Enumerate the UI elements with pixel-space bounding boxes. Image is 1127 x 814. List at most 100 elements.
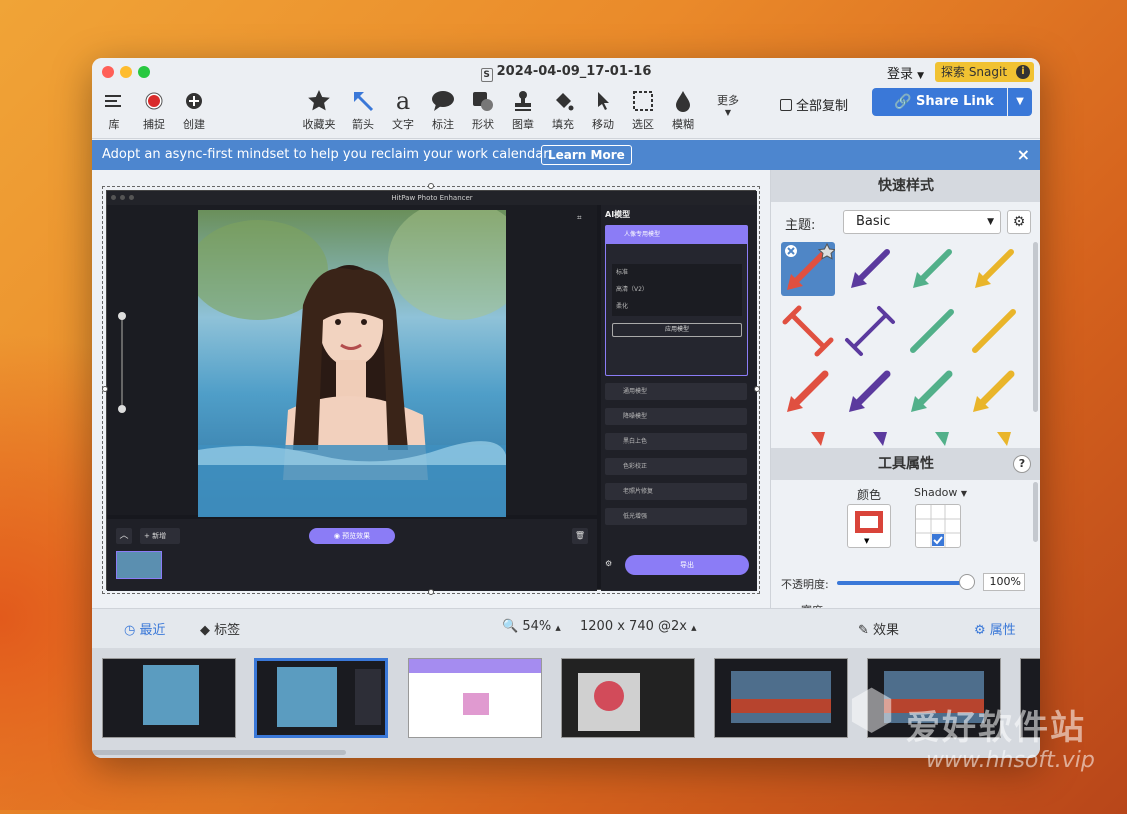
tool-arrow[interactable]: 箭头 (341, 88, 385, 132)
resize-handle[interactable] (754, 386, 760, 392)
style-line-green[interactable] (905, 304, 959, 358)
close-icon[interactable]: × (1017, 140, 1030, 170)
zoom-control[interactable]: 🔍 54% ▲ (502, 619, 561, 634)
style-arrow-green[interactable] (905, 242, 959, 296)
tool-shape[interactable]: 形状 (461, 88, 505, 132)
shadow-label: Shadow (914, 486, 958, 499)
crop-icon: ⌗ (577, 213, 582, 222)
tray-thumbnail[interactable] (1020, 658, 1040, 738)
tray-thumbnail[interactable] (102, 658, 236, 738)
arrow-icon (341, 88, 385, 114)
export-button: 导出 (625, 555, 749, 575)
style-arrow-yellow-2[interactable] (967, 366, 1021, 420)
create-button[interactable]: 创建 (172, 88, 216, 132)
style-arrow-yellow[interactable] (967, 242, 1021, 296)
tool-move[interactable]: 移动 (581, 88, 625, 132)
shadow-menu[interactable]: Shadow ▼ (914, 486, 967, 499)
style-dimension-red[interactable] (781, 304, 835, 358)
old-photo-item: 老照片修复 (605, 483, 747, 500)
share-dropdown-button[interactable]: ▼ (1008, 88, 1032, 116)
tray-thumbnail-selected[interactable] (254, 658, 388, 738)
scrollbar[interactable] (1033, 482, 1038, 542)
tags-tab[interactable]: ◆ 标签 (200, 619, 240, 638)
learn-more-button[interactable]: Learn More (541, 145, 632, 165)
tray-thumbnail[interactable] (714, 658, 848, 738)
tool-selection[interactable]: 选区 (621, 88, 665, 132)
theme-select[interactable]: Basic ▼ (843, 210, 1001, 234)
color-label: 颜色 (857, 488, 882, 502)
shadow-grid-button[interactable] (915, 504, 961, 548)
window-title-text: 2024-04-09_17-01-16 (496, 64, 652, 79)
capture-button[interactable]: 捕捉 (132, 88, 176, 132)
style-arrow-red-3[interactable] (781, 428, 835, 446)
properties-button[interactable]: ⚙ 属性 (974, 619, 1016, 638)
editor-canvas[interactable]: HitPaw Photo Enhancer ⌗ ︿ + 新增 ◉ 预览效果 🗑 … (92, 170, 770, 608)
captured-screenshot[interactable]: HitPaw Photo Enhancer ⌗ ︿ + 新增 ◉ 预览效果 🗑 … (106, 190, 757, 591)
resize-handle[interactable] (428, 183, 434, 189)
scrollbar[interactable] (92, 750, 346, 755)
zoom-value: 54% (522, 619, 552, 634)
shape-icon (461, 88, 505, 114)
tool-stamp[interactable]: 图章 (501, 88, 545, 132)
image-size[interactable]: 1200 x 740 @2x ▲ (580, 619, 696, 634)
style-arrow-yellow-3[interactable] (967, 428, 1021, 446)
style-arrow-green-3[interactable] (905, 428, 959, 446)
denoise-model-item: 降噪模型 (605, 408, 747, 425)
callout-label: 标注 (432, 118, 454, 131)
quick-styles-header: 快速样式 (771, 170, 1040, 202)
add-label: 新增 (152, 532, 167, 540)
tool-blur[interactable]: 模糊 (661, 88, 705, 132)
more-tools-button[interactable]: 更多 ▼ (706, 90, 750, 117)
style-arrow-red-selected[interactable] (781, 242, 837, 296)
zoom-out-icon (118, 405, 126, 413)
snagit-editor-window: S 2024-04-09_17-01-16 登录 ▼ 探索 Snagit i 库 捕… (92, 58, 1040, 758)
style-line-yellow[interactable] (967, 304, 1021, 358)
share-link-button[interactable]: 🔗 Share Link (872, 88, 1007, 116)
resize-handle[interactable] (102, 386, 108, 392)
gear-icon: ⚙ (974, 623, 986, 638)
opacity-slider[interactable] (837, 581, 967, 585)
plus-circle-icon (172, 88, 216, 114)
dot-icon (129, 195, 134, 200)
help-icon[interactable]: ? (1013, 455, 1031, 473)
speech-bubble-icon (421, 88, 465, 114)
chevron-down-icon: ▼ (960, 489, 968, 498)
color-swatch-button[interactable]: ▼ (847, 504, 891, 548)
properties-label: 属性 (989, 623, 1016, 638)
tool-text[interactable]: a 文字 (381, 87, 425, 132)
style-arrow-purple-3[interactable] (843, 428, 897, 446)
opacity-input[interactable]: 100% (983, 573, 1025, 591)
explore-snagit-button[interactable]: 探索 Snagit i (935, 62, 1034, 82)
tray-thumbnail[interactable] (408, 658, 542, 738)
copy-all-button[interactable]: 全部复制 (780, 95, 848, 114)
opacity-slider-thumb[interactable] (959, 574, 975, 590)
scrollbar[interactable] (1033, 242, 1038, 412)
resize-handle[interactable] (428, 589, 434, 595)
recent-tab[interactable]: ◷ 最近 (124, 619, 166, 638)
tray-thumbnail[interactable] (867, 658, 1001, 738)
style-dimension-purple[interactable] (843, 304, 897, 358)
star-icon (297, 88, 341, 114)
library-button[interactable]: 库 (92, 88, 136, 132)
option-standard: 标准 (616, 269, 629, 276)
captured-preview-area: ⌗ (107, 205, 597, 517)
style-arrow-purple-2[interactable] (843, 366, 897, 420)
low-light-item: 低光增强 (605, 508, 747, 525)
style-arrow-red-2[interactable] (781, 366, 835, 420)
portrait-model-header: 人像专用模型 (606, 226, 747, 244)
tool-callout[interactable]: 标注 (421, 88, 465, 132)
properties-sidebar: 快速样式 主题: Basic ▼ ⚙ 工具属性 ? 颜色 ▼ Shadow ▼ … (770, 170, 1040, 608)
login-menu[interactable]: 登录 ▼ (887, 63, 924, 82)
info-icon: i (1016, 65, 1030, 79)
tray-thumbnail[interactable] (561, 658, 695, 738)
preview-label: 预览效果 (342, 532, 371, 540)
style-arrow-purple[interactable] (843, 242, 897, 296)
tags-label: 标签 (214, 623, 241, 638)
copy-icon (780, 99, 792, 111)
portrait-model-card: 人像专用模型 标准 高清（V2） 柔化 应用模型 (605, 225, 748, 376)
tool-fill[interactable]: 填充 (541, 88, 585, 132)
effects-button[interactable]: ✎ 效果 (858, 619, 899, 638)
style-arrow-green-2[interactable] (905, 366, 959, 420)
gear-icon[interactable]: ⚙ (1007, 210, 1031, 234)
tool-favorites[interactable]: 收藏夹 (297, 88, 341, 132)
